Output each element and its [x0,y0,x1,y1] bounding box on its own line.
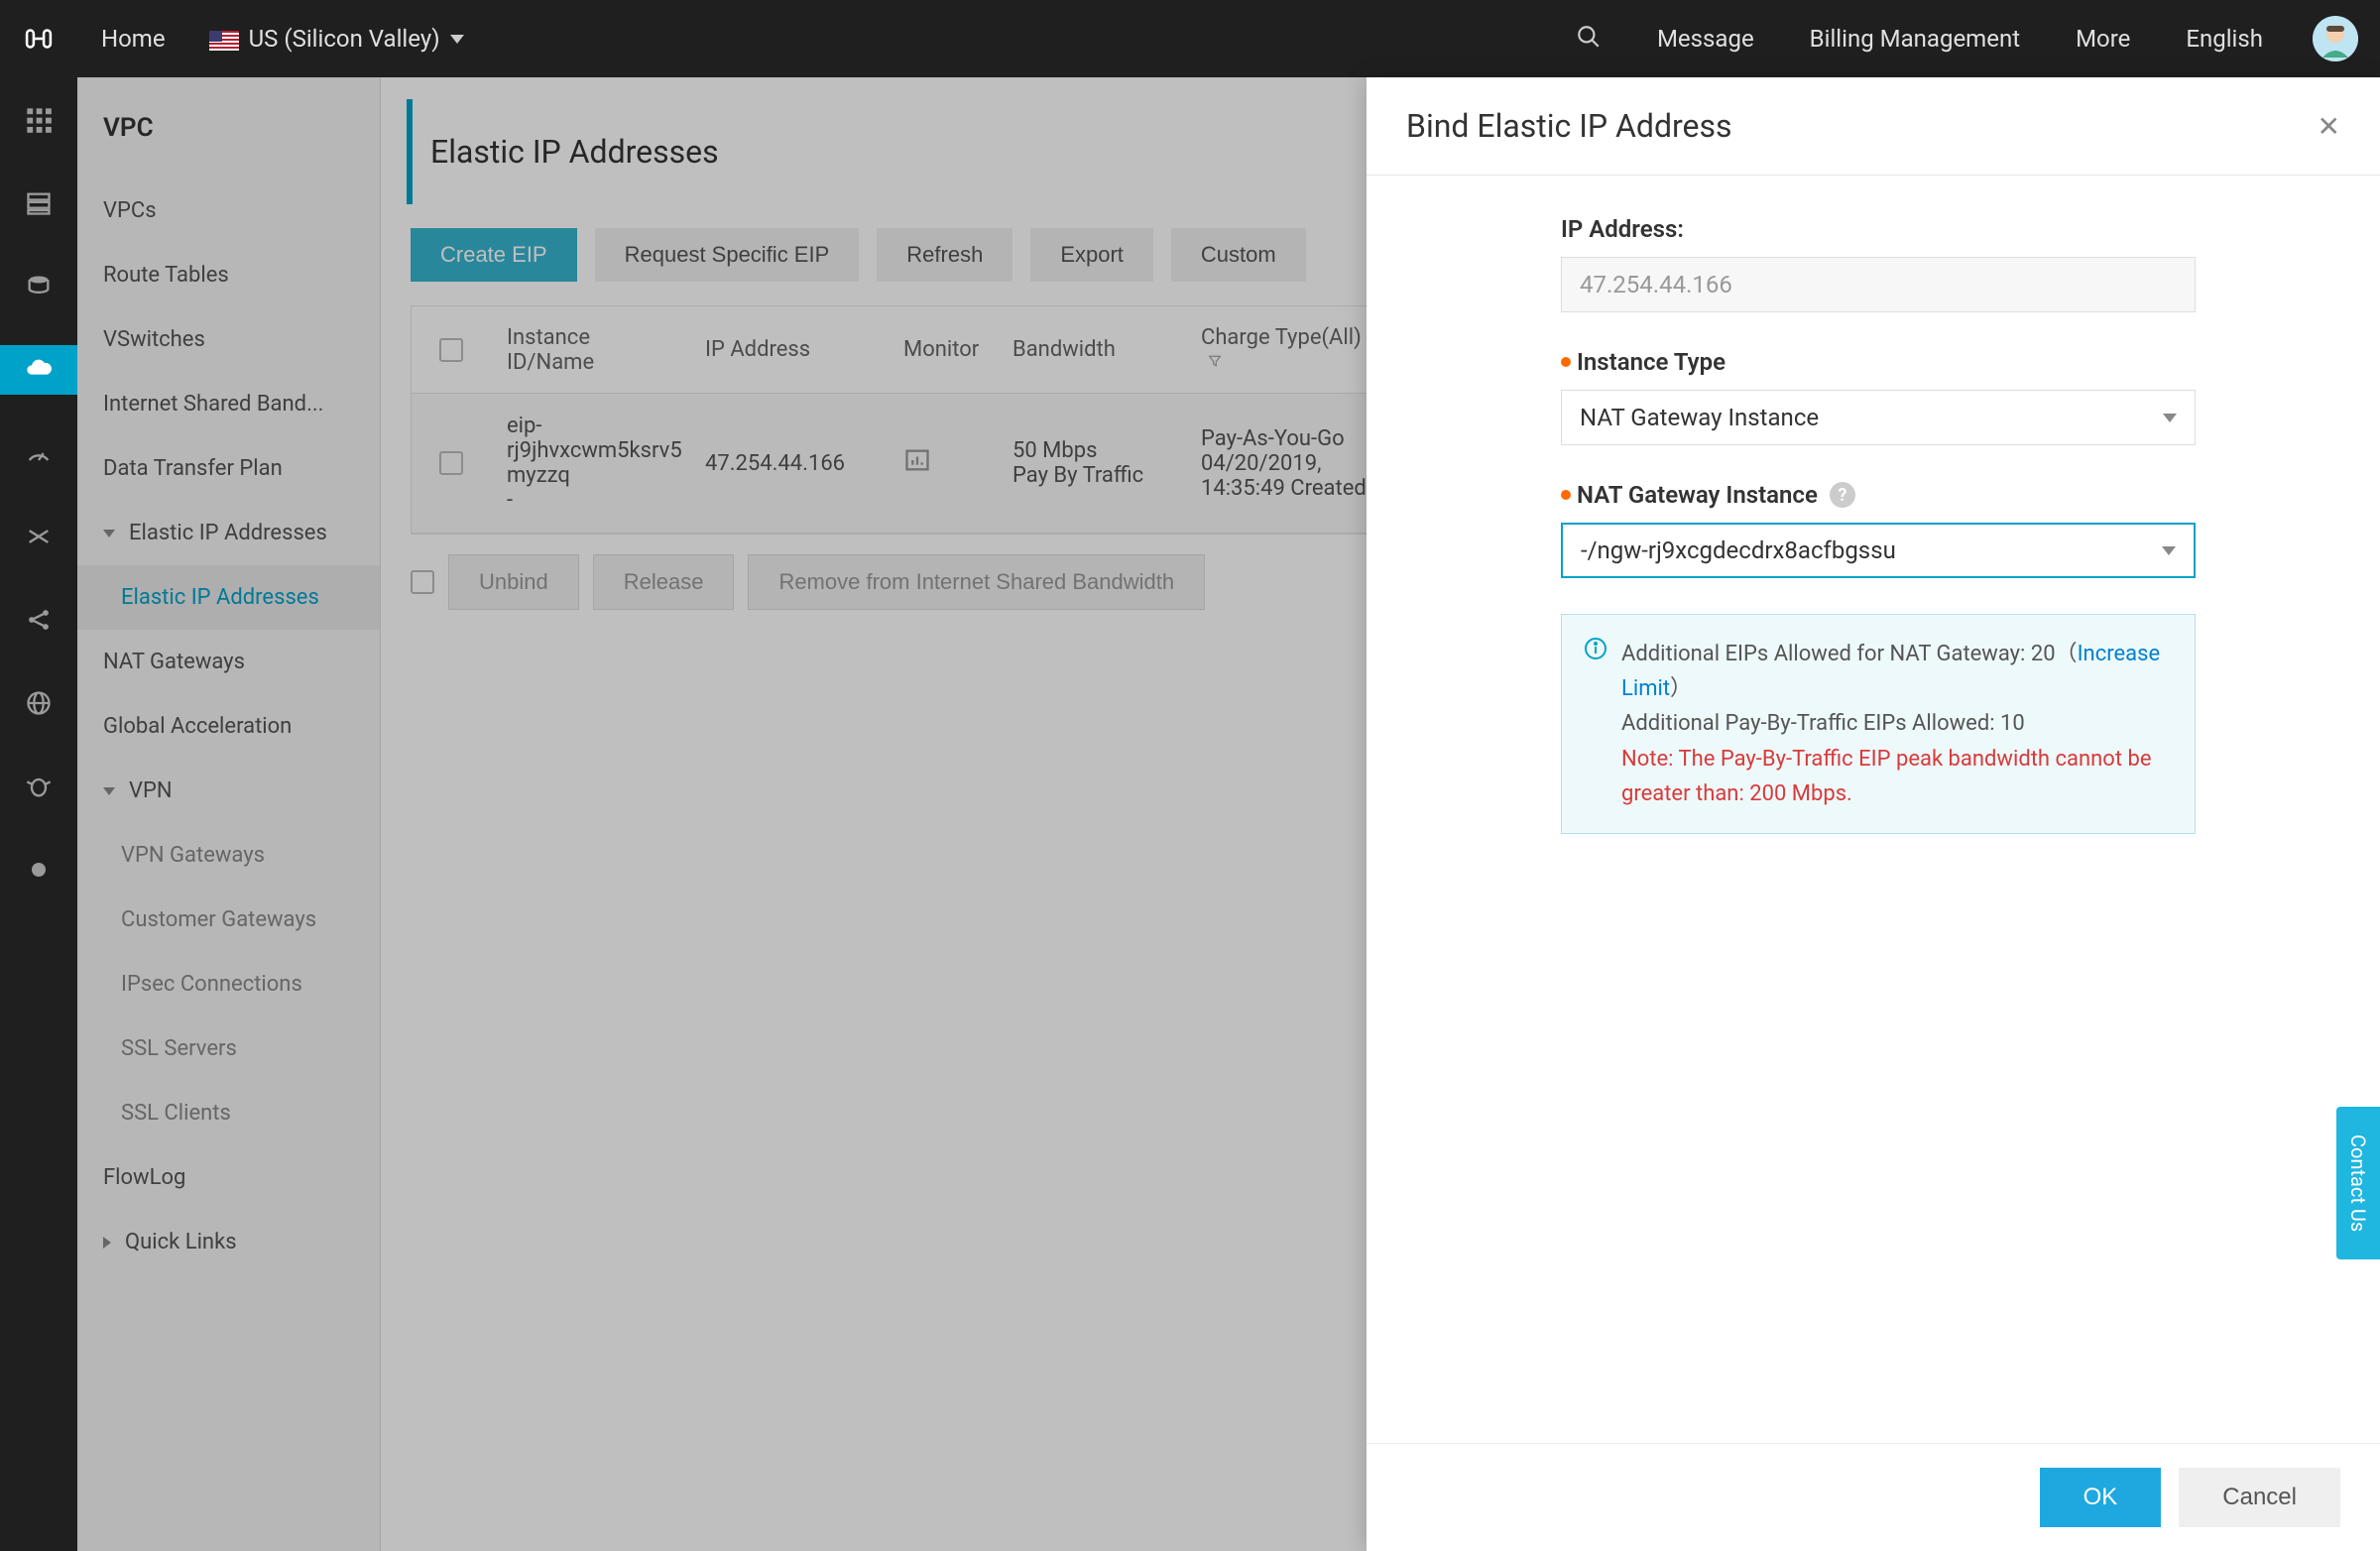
info-icon [1584,637,1607,811]
help-icon[interactable]: ? [1830,482,1855,508]
chevron-down-icon [2163,414,2177,422]
more-link[interactable]: More [2048,25,2158,53]
nat-instance-label: NAT Gateway Instance [1577,481,1818,509]
brand-logo[interactable] [0,22,77,56]
nat-instance-value: -/ngw-rj9xcgdecdrx8acfbgssu [1581,537,1896,564]
info-text-2: Additional Pay-By-Traffic EIPs Allowed: … [1621,711,2025,736]
instance-type-label: Instance Type [1577,348,1726,376]
avatar[interactable] [2313,16,2358,61]
rail-db-icon[interactable] [0,262,77,311]
message-link[interactable]: Message [1629,25,1782,53]
drawer-title: Bind Elastic IP Address [1406,107,2318,145]
required-icon [1561,357,1571,367]
close-icon[interactable]: ✕ [2318,110,2340,143]
rail-dot-icon[interactable] [0,845,77,895]
flag-icon [209,29,239,49]
contact-us-tab[interactable]: Contact Us [2336,1107,2380,1259]
billing-link[interactable]: Billing Management [1782,25,2048,53]
rail-cloud-icon[interactable] [0,345,77,395]
rail-shuffle-icon[interactable] [0,512,77,561]
chevron-down-icon [450,35,464,44]
ok-button[interactable]: OK [2040,1468,2162,1527]
info-text-1a: Additional EIPs Allowed for NAT Gateway:… [1621,642,2078,666]
language-link[interactable]: English [2158,25,2291,53]
rail-server-icon[interactable] [0,179,77,228]
region-selector[interactable]: US (Silicon Valley) [189,25,484,53]
rail-share-icon[interactable] [0,595,77,645]
rail-gauge-icon[interactable] [0,428,77,478]
info-text-1b: ） [1670,676,1692,701]
nat-instance-select[interactable]: -/ngw-rj9xcgdecdrx8acfbgssu [1561,523,2196,578]
info-box: Additional EIPs Allowed for NAT Gateway:… [1561,614,2196,834]
ip-address-label: IP Address: [1561,215,2340,243]
required-icon [1561,490,1571,500]
instance-type-value: NAT Gateway Instance [1580,404,1819,431]
ip-address-input: 47.254.44.166 [1561,257,2196,312]
chevron-down-icon [2162,546,2176,555]
region-label: US (Silicon Valley) [249,25,440,53]
info-note: Note: The Pay-By-Traffic EIP peak bandwi… [1621,747,2152,806]
cancel-button[interactable]: Cancel [2179,1468,2340,1527]
instance-type-select[interactable]: NAT Gateway Instance [1561,390,2196,445]
search-icon[interactable] [1548,24,1629,54]
rail-globe-icon[interactable] [0,678,77,728]
rail-apps-icon[interactable] [0,95,77,145]
rail-bug-icon[interactable] [0,762,77,811]
home-link[interactable]: Home [77,25,189,53]
